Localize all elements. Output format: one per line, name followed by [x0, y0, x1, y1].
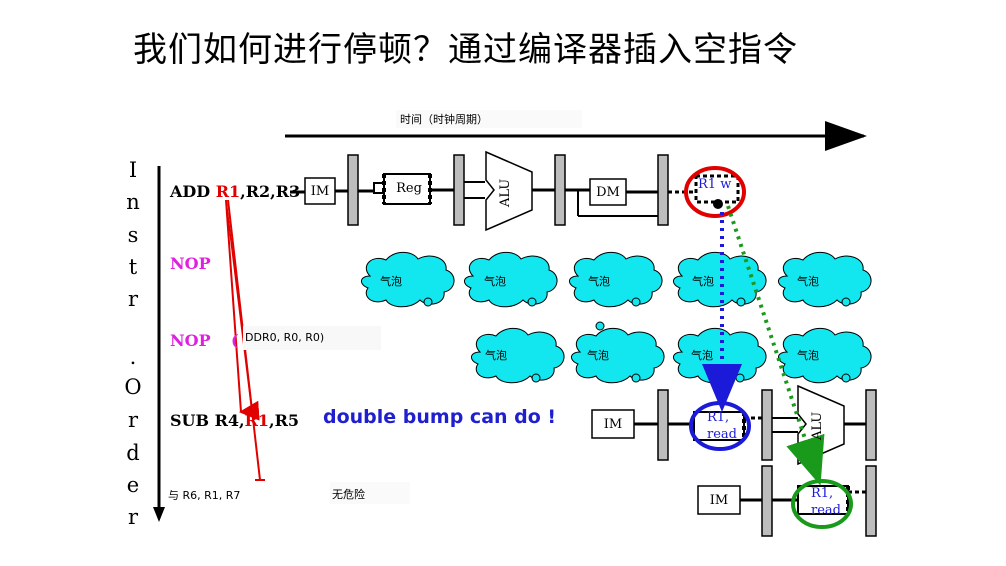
sub-pipeline-row — [591, 384, 877, 466]
bubble-label: 气泡 — [587, 349, 609, 362]
im-label: IM — [310, 184, 330, 199]
dm-label: DM — [596, 185, 620, 200]
pipeline-register — [761, 465, 773, 537]
bubble-label: 气泡 — [380, 275, 402, 288]
pipeline-register — [865, 465, 877, 537]
bubble-label: 气泡 — [588, 275, 610, 288]
alu-label: ALU — [498, 178, 513, 207]
double-bump-note: double bump can do ! — [323, 406, 557, 428]
pipeline-register — [657, 154, 669, 226]
nop-addr-text: DDR0, R0, R0) — [245, 331, 325, 344]
pipeline-register — [761, 389, 773, 461]
bubble-row-1 — [360, 251, 872, 308]
r1-write-label: R1 w — [698, 177, 732, 192]
pipeline-register — [554, 154, 566, 226]
pipeline-register — [453, 154, 465, 226]
instr-and: 与 R6, R1, R7 — [168, 489, 241, 502]
bubble-label: 气泡 — [797, 275, 819, 288]
alu-label: ALU — [810, 411, 825, 440]
bubble-label: 气泡 — [485, 349, 507, 362]
add-pipeline-row — [290, 150, 740, 232]
r1-read-label: read — [811, 503, 841, 518]
instr-nop-2: NOP — [170, 331, 211, 350]
pipeline-register — [347, 154, 359, 226]
r1-read-label: read — [707, 427, 737, 442]
reg-label: Reg — [396, 181, 422, 196]
r1-read-label: R1, — [707, 410, 730, 425]
bubble-label: 气泡 — [484, 275, 506, 288]
im-label: IM — [603, 417, 623, 432]
pipeline-register — [865, 389, 877, 461]
pipeline-register — [657, 389, 669, 461]
bubble-label: 气泡 — [692, 275, 714, 288]
im-label: IM — [709, 493, 729, 508]
no-hazard-label: 无危险 — [332, 488, 365, 501]
bubble-label: 气泡 — [691, 349, 713, 362]
instr-sub: SUB R4,R1,R5 — [170, 411, 300, 430]
instr-nop-1: NOP — [170, 254, 211, 273]
nop-paren: ( — [231, 331, 239, 350]
instr-add: ADD R1,R2,R3 — [170, 182, 301, 201]
r1-read-label: R1, — [811, 486, 834, 501]
bubble-label: 气泡 — [797, 349, 819, 362]
